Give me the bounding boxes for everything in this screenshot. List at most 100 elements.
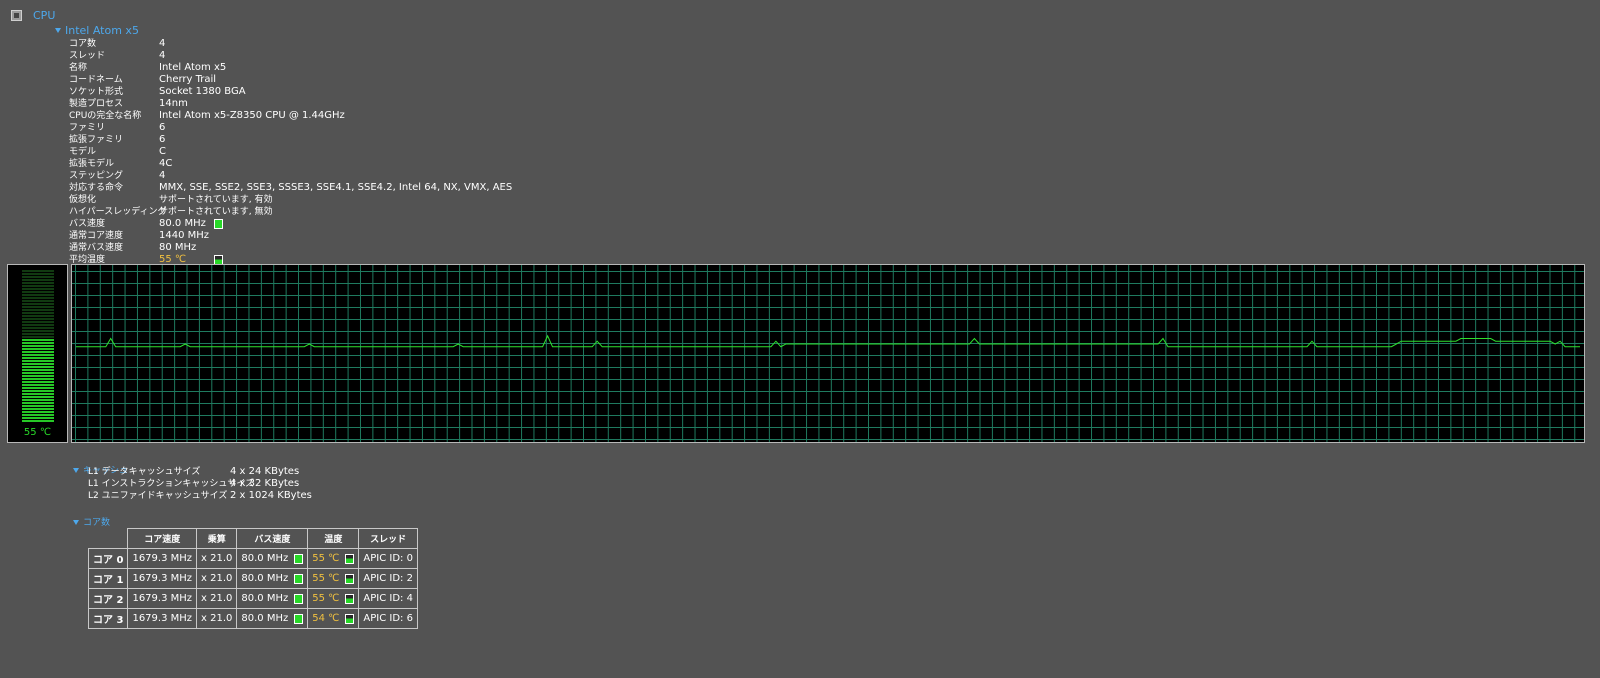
- property-value: 80 MHz: [159, 242, 197, 253]
- core-bus-cell: 80.0 MHz: [236, 568, 309, 589]
- expand-arrow-icon[interactable]: [55, 28, 61, 33]
- property-value: MMX, SSE, SSE2, SSE3, SSSE3, SSE4.1, SSE…: [159, 182, 513, 193]
- property-row: 仮想化 サポートされています, 有効: [69, 194, 769, 206]
- property-label: CPUの完全な名称: [69, 111, 142, 121]
- property-value: サポートされています, 無効: [159, 207, 273, 217]
- core-speed: 1679.3 MHz: [127, 588, 198, 609]
- property-row: コア数 4: [69, 38, 769, 50]
- property-row: コードネーム Cherry Trail: [69, 74, 769, 86]
- property-value: Intel Atom x5-Z8350 CPU @ 1.44GHz: [159, 110, 345, 121]
- cache-value: 4 x 32 KBytes: [230, 478, 300, 489]
- core-speed: 1679.3 MHz: [127, 608, 198, 629]
- property-value: 80.0 MHz: [159, 218, 206, 229]
- core-bus-cell: 80.0 MHz: [236, 608, 309, 629]
- property-value: 1440 MHz: [159, 230, 210, 241]
- property-label: スレッド: [69, 51, 106, 61]
- core-temp-cell: 55 ℃: [307, 568, 360, 589]
- cores-title[interactable]: コア数: [83, 515, 110, 528]
- core-row: コア 0 1679.3 MHz x 21.0 80.0 MHz 55 ℃ APIC ID:…: [87, 548, 418, 569]
- property-label: ファミリ: [69, 123, 106, 133]
- property-label: 通常コア速度: [69, 231, 124, 241]
- cache-value: 2 x 1024 KBytes: [230, 490, 312, 501]
- core-table: コア速度 乗算 バス速度 温度 スレッド コア 0 1679.3 MHz x 21.…: [87, 528, 418, 629]
- property-row: 通常バス速度 80 MHz: [69, 242, 769, 254]
- core-temperature: 55 ℃: [312, 593, 340, 604]
- property-row: ステッピング 4: [69, 170, 769, 182]
- property-row: ハイパースレッディング サポートされています, 無効: [69, 206, 769, 218]
- core-multiplier: x 21.0: [196, 608, 238, 629]
- core-name: コア 0: [87, 548, 129, 569]
- core-multiplier: x 21.0: [196, 588, 238, 609]
- meter-temperature-label: 55 ℃: [23, 427, 52, 438]
- property-value: 14nm: [159, 98, 188, 109]
- property-row: スレッド 4: [69, 50, 769, 62]
- processor-title[interactable]: Intel Atom x5: [65, 24, 139, 37]
- property-value: 6: [159, 134, 166, 145]
- core-thread: APIC ID: 4: [358, 588, 418, 609]
- cpu-chip-icon: [11, 10, 22, 21]
- header-thread: スレッド: [358, 528, 418, 549]
- temperature-meter: 55 ℃: [7, 264, 68, 443]
- core-temperature: 54 ℃: [312, 613, 340, 624]
- cache-label: L1 データキャッシュサイズ: [88, 467, 201, 477]
- property-value: 4C: [159, 158, 173, 169]
- cache-row: L1 インストラクションキャッシュサイズ 4 x 32 KBytes: [88, 478, 788, 490]
- core-bus-speed: 80.0 MHz: [241, 593, 289, 604]
- property-row: CPUの完全な名称 Intel Atom x5-Z8350 CPU @ 1.44G…: [69, 110, 769, 122]
- core-table-header-row: コア速度 乗算 バス速度 温度 スレッド: [89, 528, 418, 549]
- cpu-panel: CPU Intel Atom x5 コア数 4 スレッド 4 名称 Intel Atom …: [0, 0, 1600, 678]
- property-label: コア数: [69, 39, 97, 49]
- core-temperature: 55 ℃: [312, 573, 340, 584]
- property-value: 6: [159, 122, 166, 133]
- core-bus-speed: 80.0 MHz: [241, 613, 289, 624]
- core-row: コア 1 1679.3 MHz x 21.0 80.0 MHz 55 ℃ APIC ID:…: [87, 568, 418, 589]
- property-row: 製造プロセス 14nm: [69, 98, 769, 110]
- core-thread: APIC ID: 0: [358, 548, 418, 569]
- core-temp-cell: 54 ℃: [307, 608, 360, 629]
- cache-value: 4 x 24 KBytes: [230, 466, 300, 477]
- core-row: コア 3 1679.3 MHz x 21.0 80.0 MHz 54 ℃ APIC ID:…: [87, 608, 418, 629]
- property-value: 4: [159, 50, 166, 61]
- temperature-bar-icon: [345, 553, 355, 564]
- property-row: 通常コア速度 1440 MHz: [69, 230, 769, 242]
- temperature-graph: [71, 264, 1585, 443]
- core-temperature: 55 ℃: [312, 553, 340, 564]
- property-label: モデル: [69, 147, 97, 157]
- property-value: 4: [159, 170, 166, 181]
- temperature-bar-icon: [345, 593, 355, 604]
- property-label: ハイパースレッディング: [69, 207, 167, 217]
- bus-speed-bar-icon: [294, 573, 304, 584]
- property-row: 拡張モデル 4C: [69, 158, 769, 170]
- section-title[interactable]: CPU: [33, 9, 55, 22]
- property-label: バス速度: [69, 219, 106, 229]
- cache-row: L1 データキャッシュサイズ 4 x 24 KBytes: [88, 466, 788, 478]
- core-thread: APIC ID: 2: [358, 568, 418, 589]
- property-label: ステッピング: [69, 171, 124, 181]
- property-row: 拡張ファミリ 6: [69, 134, 769, 146]
- property-label: コードネーム: [69, 75, 123, 85]
- core-name: コア 3: [87, 608, 129, 629]
- header-temperature: 温度: [307, 528, 360, 549]
- temperature-graph-line: [76, 334, 1580, 348]
- property-value: Socket 1380 BGA: [159, 86, 246, 97]
- header-bus-speed: バス速度: [236, 528, 309, 549]
- core-multiplier: x 21.0: [196, 548, 238, 569]
- meter-segments: [22, 270, 54, 423]
- core-thread: APIC ID: 6: [358, 608, 418, 629]
- property-value: C: [159, 146, 166, 157]
- property-value: Intel Atom x5: [159, 62, 227, 73]
- bus-speed-bar-icon: [294, 593, 304, 604]
- property-row: ソケット形式 Socket 1380 BGA: [69, 86, 769, 98]
- cache-row: L2 ユニファイドキャッシュサイズ 2 x 1024 KBytes: [88, 490, 788, 502]
- core-multiplier: x 21.0: [196, 568, 238, 589]
- temperature-graph-svg: [76, 334, 1580, 348]
- expand-arrow-icon[interactable]: [73, 520, 79, 525]
- bus-speed-bar-icon: [294, 553, 304, 564]
- expand-arrow-icon[interactable]: [73, 468, 79, 473]
- core-bus-cell: 80.0 MHz: [236, 548, 309, 569]
- property-label: 拡張モデル: [69, 159, 115, 169]
- temperature-bar-icon: [345, 573, 355, 584]
- core-name: コア 2: [87, 588, 129, 609]
- bus-speed-bar-icon: [214, 219, 223, 229]
- header-core-speed: コア速度: [127, 528, 198, 549]
